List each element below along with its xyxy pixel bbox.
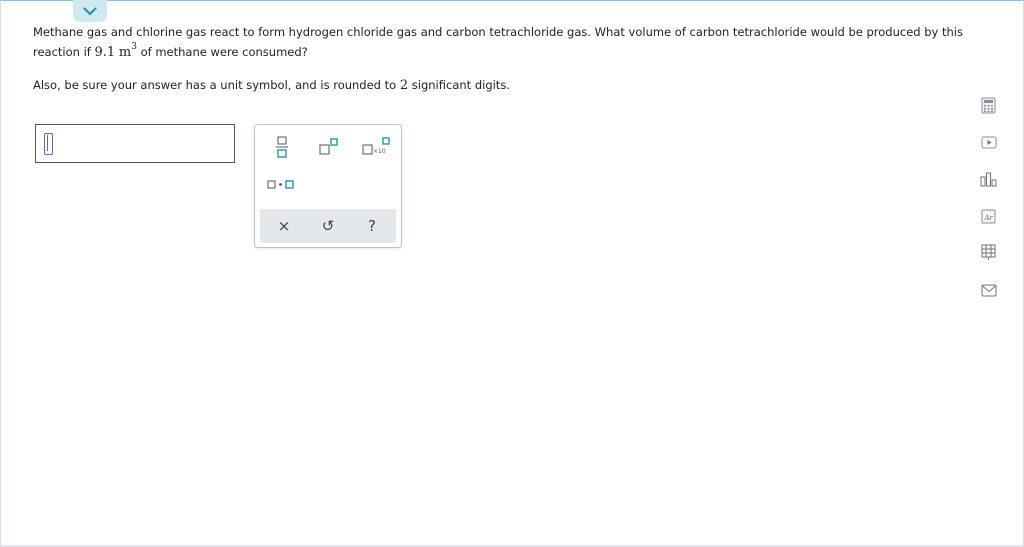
undo-icon: ↺	[321, 217, 335, 235]
question-line-2-prefix: reaction if	[33, 45, 91, 59]
instruction-prefix: Also, be sure your answer has a unit sym…	[33, 78, 397, 92]
clear-button[interactable]: ×	[264, 209, 304, 243]
superscript-icon	[319, 138, 338, 155]
question-instruction: Also, be sure your answer has a unit sym…	[33, 77, 510, 94]
multiply-dot-button[interactable]	[266, 177, 296, 193]
palette-action-bar: × ↺ ?	[260, 209, 396, 243]
collapse-toggle[interactable]	[73, 0, 107, 22]
text-cursor	[47, 135, 48, 151]
answer-input[interactable]	[35, 124, 235, 163]
video-button[interactable]	[980, 134, 997, 151]
question-line-1: Methane gas and chlorine gas react to fo…	[33, 25, 963, 39]
mail-button[interactable]	[980, 282, 997, 299]
scientific-notation-button[interactable]: ×10	[361, 135, 393, 159]
given-value: 9.1	[94, 45, 116, 60]
chart-icon	[980, 172, 997, 187]
input-cursor-box	[44, 133, 53, 155]
fraction-button[interactable]	[273, 135, 291, 159]
periodic-table-icon: Ar	[981, 209, 996, 224]
svg-text:Ar: Ar	[984, 214, 994, 222]
calculator-icon	[981, 97, 996, 114]
multiply-dot-icon	[267, 180, 294, 189]
given-unit: m	[118, 45, 132, 60]
chevron-down-icon	[83, 6, 97, 16]
mail-icon	[981, 284, 996, 297]
sig-digits-value: 2	[399, 78, 409, 93]
math-palette: ×10 × ↺ ?	[254, 124, 402, 248]
undo-button[interactable]: ↺	[308, 209, 348, 243]
help-icon: ?	[368, 217, 376, 235]
help-button[interactable]: ?	[352, 209, 392, 243]
reference-icon	[981, 244, 996, 260]
reference-button[interactable]	[980, 244, 997, 261]
chart-button[interactable]	[980, 171, 997, 188]
instruction-suffix: significant digits.	[411, 78, 510, 92]
exponent-button[interactable]	[317, 135, 341, 159]
calculator-button[interactable]	[980, 97, 997, 114]
unit-exponent: 3	[131, 42, 137, 52]
fraction-icon	[276, 136, 288, 158]
scientific-notation-icon: ×10	[362, 137, 390, 155]
periodic-table-button[interactable]: Ar	[980, 208, 997, 225]
sci-notation-label: ×10	[373, 148, 386, 155]
video-icon	[981, 136, 996, 149]
question-line-2-suffix: of methane were consumed?	[140, 45, 308, 59]
question-line-2: reaction if 9.1 m3 of methane were consu…	[33, 42, 308, 62]
clear-icon: ×	[277, 217, 291, 235]
